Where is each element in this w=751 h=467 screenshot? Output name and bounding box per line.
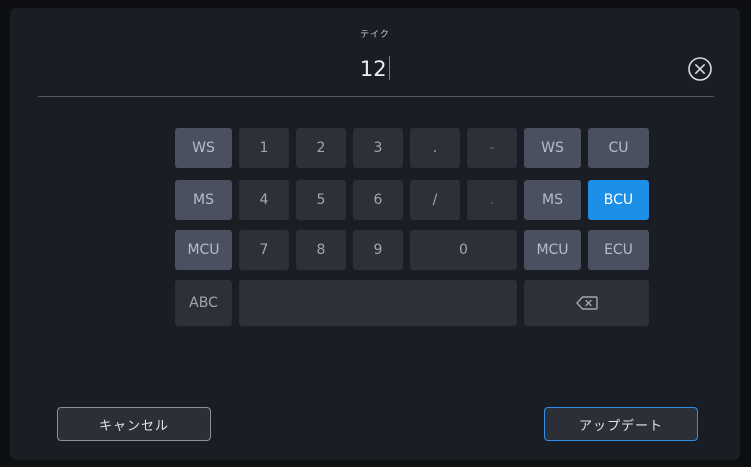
key-slash[interactable]: / (410, 180, 460, 220)
key-ms-right[interactable]: MS (524, 180, 581, 220)
key-abc[interactable]: ABC (175, 280, 232, 326)
key-mcu-right[interactable]: MCU (524, 230, 581, 270)
take-input[interactable]: 12 (10, 54, 740, 84)
key-9[interactable]: 9 (353, 230, 403, 270)
key-0[interactable]: 0 (410, 230, 517, 270)
take-entry-screen: テイク 12 WS 1 2 3 . - WS CU MS 4 5 6 / . M… (10, 8, 740, 460)
key-dash[interactable]: - (467, 128, 517, 168)
key-4[interactable]: 4 (239, 180, 289, 220)
key-6[interactable]: 6 (353, 180, 403, 220)
key-mcu-left[interactable]: MCU (175, 230, 232, 270)
clear-button[interactable] (687, 56, 713, 82)
key-cu[interactable]: CU (588, 128, 649, 168)
key-ws-left[interactable]: WS (175, 128, 232, 168)
key-8[interactable]: 8 (296, 230, 346, 270)
key-space[interactable] (239, 280, 517, 326)
key-3[interactable]: 3 (353, 128, 403, 168)
key-ws-right[interactable]: WS (524, 128, 581, 168)
input-divider (38, 96, 714, 97)
take-input-value: 12 (359, 57, 387, 81)
circle-x-icon (688, 57, 712, 81)
backspace-icon (575, 296, 598, 310)
key-backspace[interactable] (524, 280, 649, 326)
key-7[interactable]: 7 (239, 230, 289, 270)
key-bcu[interactable]: BCU (588, 180, 649, 220)
cancel-button[interactable]: キャンセル (57, 407, 211, 441)
key-2[interactable]: 2 (296, 128, 346, 168)
text-caret (388, 56, 391, 80)
key-dot[interactable]: . (410, 128, 460, 168)
key-5[interactable]: 5 (296, 180, 346, 220)
key-ms-left[interactable]: MS (175, 180, 232, 220)
key-ecu[interactable]: ECU (588, 230, 649, 270)
field-label: テイク (360, 30, 390, 40)
key-1[interactable]: 1 (239, 128, 289, 168)
update-button[interactable]: アップデート (544, 407, 698, 441)
key-dot-2[interactable]: . (467, 180, 517, 220)
